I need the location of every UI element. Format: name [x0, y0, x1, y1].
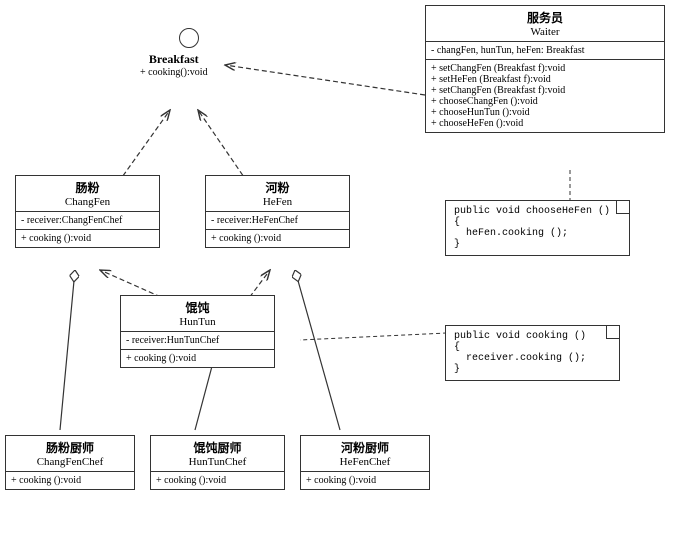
changfenchef-box: 肠粉厨师 ChangFenChef + cooking ():void [5, 435, 135, 490]
note-cooking: public void cooking () { receiver.cookin… [445, 325, 620, 381]
waiter-box: 服务员 Waiter - changFen, hunTun, heFen: Br… [425, 5, 665, 133]
hefenchef-box: 河粉厨师 HeFenChef + cooking ():void [300, 435, 430, 490]
interface-label: Breakfast + cooking():void [140, 52, 208, 78]
huntun-box: 馄饨 HunTun - receiver:HunTunChef + cookin… [120, 295, 275, 368]
waiter-methods: + setChangFen (Breakfast f):void + setHe… [426, 60, 664, 132]
interface-circle [179, 28, 199, 48]
hefen-box: 河粉 HeFen - receiver:HeFenChef + cooking … [205, 175, 350, 248]
changfen-box: 肠粉 ChangFen - receiver:ChangFenChef + co… [15, 175, 160, 248]
huntunchef-box: 馄饨厨师 HunTunChef + cooking ():void [150, 435, 285, 490]
note-chooseheFen: public void chooseHeFen () { heFen.cooki… [445, 200, 630, 256]
